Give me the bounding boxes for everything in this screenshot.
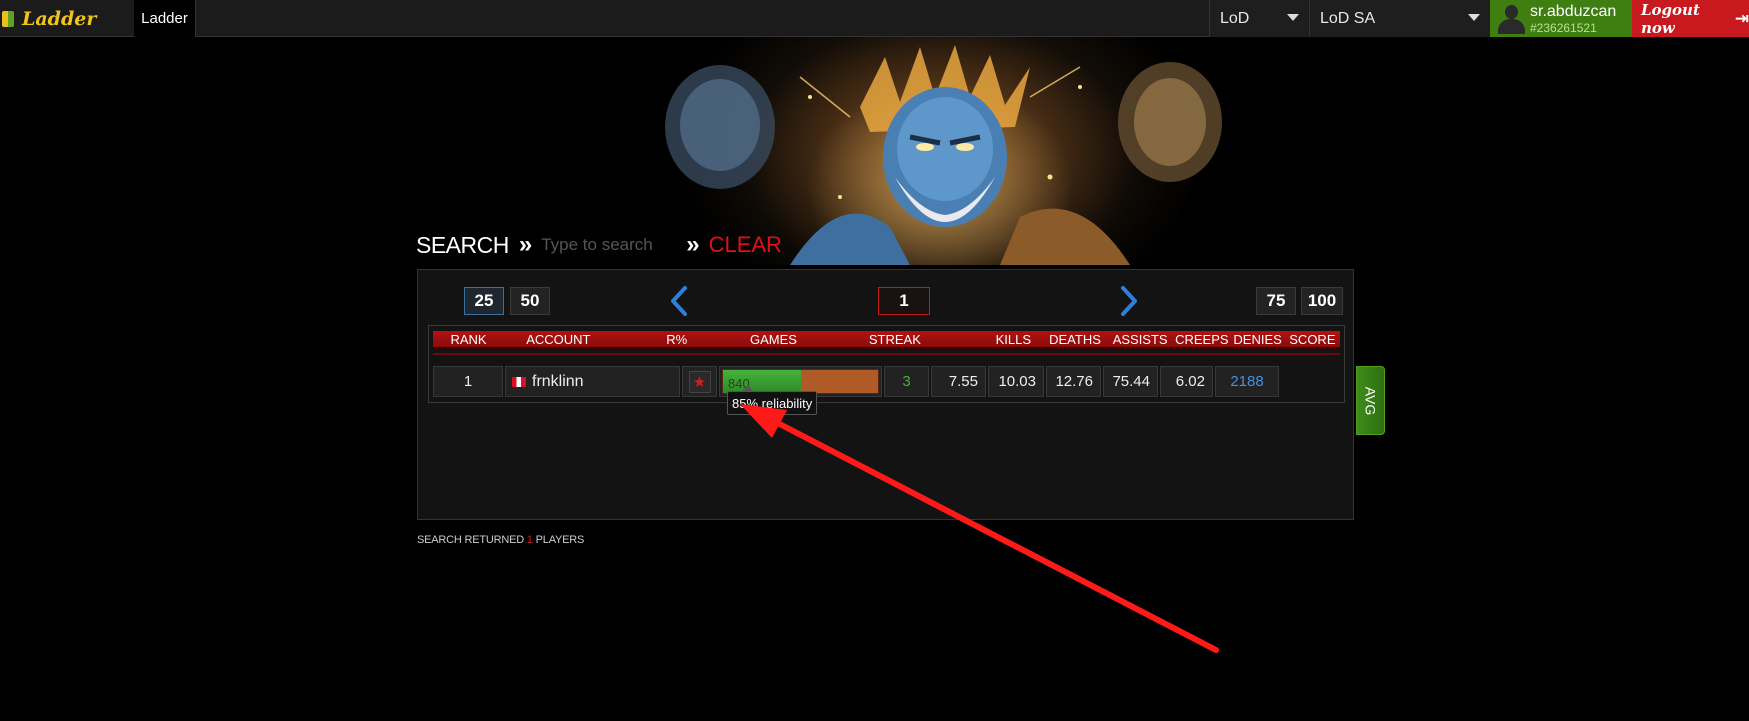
account-cell[interactable]: frnklinn [505, 366, 680, 397]
column-header-denies[interactable]: DENIES [1230, 332, 1284, 347]
column-header-assists[interactable]: ASSISTS [1107, 332, 1173, 347]
ladder-panel: 25 50 1 75 100 RANK ACCOUNT R% GAMES STR… [417, 269, 1354, 520]
mode-select[interactable]: LoD [1209, 0, 1309, 37]
search-row: SEARCH » » CLEAR [416, 230, 782, 260]
streak-cell: 3 [884, 366, 929, 397]
search-label: SEARCH [416, 231, 509, 258]
column-header-reliability[interactable]: R% [613, 332, 741, 347]
column-header-kills[interactable]: KILLS [984, 332, 1043, 347]
user-id: #236261521 [1530, 20, 1597, 35]
page-size-25-button[interactable]: 25 [464, 287, 504, 315]
logout-button[interactable]: Logout now ⇥ [1632, 0, 1749, 37]
clear-button[interactable]: CLEAR [709, 232, 782, 258]
next-page-icon[interactable] [1118, 285, 1140, 317]
tab-ladder[interactable]: Ladder [134, 0, 196, 37]
top-bar: Ladder Ladder LoD LoD SA sr.abduzcan #23… [0, 0, 1749, 37]
logout-label: Logout now [1641, 0, 1700, 37]
previous-page-icon[interactable] [668, 285, 690, 317]
denies-cell: 6.02 [1160, 366, 1213, 397]
app-logo[interactable]: Ladder [0, 0, 132, 37]
column-header-score[interactable]: SCORE [1285, 332, 1340, 347]
page-size-100-button[interactable]: 100 [1301, 287, 1343, 315]
user-profile[interactable]: sr.abduzcan #236261521 [1490, 0, 1632, 37]
region-select-value: LoD SA [1320, 9, 1376, 27]
star-icon[interactable]: ★ [688, 370, 711, 393]
column-header-streak[interactable]: STREAK [806, 332, 984, 347]
column-header-rank[interactable]: RANK [433, 332, 504, 347]
chevron-right-icon: » [686, 231, 700, 258]
deaths-cell: 10.03 [988, 366, 1044, 397]
rank-cell: 1 [433, 366, 503, 397]
ladder-table: RANK ACCOUNT R% GAMES STREAK KILLS DEATH… [428, 325, 1345, 403]
header-divider [433, 353, 1340, 355]
country-flag-icon [512, 376, 526, 387]
results-prefix: SEARCH RETURNED [417, 534, 525, 546]
score-cell: 2188 [1215, 366, 1279, 397]
search-input[interactable] [541, 235, 677, 255]
results-count: 1 [526, 534, 533, 546]
avatar-icon [1496, 3, 1526, 35]
current-page-indicator: 1 [878, 287, 930, 315]
page-size-50-button[interactable]: 50 [510, 287, 550, 315]
caret-down-icon [1468, 14, 1480, 21]
column-header-creeps[interactable]: CREEPS [1173, 332, 1230, 347]
table-header: RANK ACCOUNT R% GAMES STREAK KILLS DEATH… [433, 331, 1340, 350]
column-header-account[interactable]: ACCOUNT [504, 332, 613, 347]
results-suffix: PLAYERS [535, 534, 585, 546]
exit-icon: ⇥ [1734, 8, 1749, 28]
logo-icon [2, 10, 14, 27]
mode-select-value: LoD [1220, 9, 1250, 27]
column-header-deaths[interactable]: DEATHS [1043, 332, 1107, 347]
page-size-75-button[interactable]: 75 [1256, 287, 1296, 315]
avg-tab[interactable]: AVG [1356, 366, 1385, 435]
reliability-tooltip: 85% reliability [727, 385, 818, 415]
creeps-cell: 75.44 [1103, 366, 1158, 397]
user-name: sr.abduzcan [1530, 2, 1617, 20]
column-header-games[interactable]: GAMES [741, 332, 806, 347]
caret-down-icon [1287, 14, 1299, 21]
avg-label: AVG [1362, 386, 1379, 415]
search-results-summary: SEARCH RETURNED 1 PLAYERS [417, 534, 584, 546]
account-name: frnklinn [532, 372, 584, 390]
logo-text: Ladder [22, 7, 97, 30]
chevron-right-icon: » [518, 231, 533, 258]
assists-cell: 12.76 [1046, 366, 1101, 397]
reliability-cell[interactable]: ★ [682, 366, 717, 397]
kills-cell: 7.55 [931, 366, 986, 397]
region-select[interactable]: LoD SA [1309, 0, 1490, 37]
table-row[interactable]: 1 frnklinn ★ 840 3 7.55 10.03 12.76 75.4… [433, 366, 1340, 397]
